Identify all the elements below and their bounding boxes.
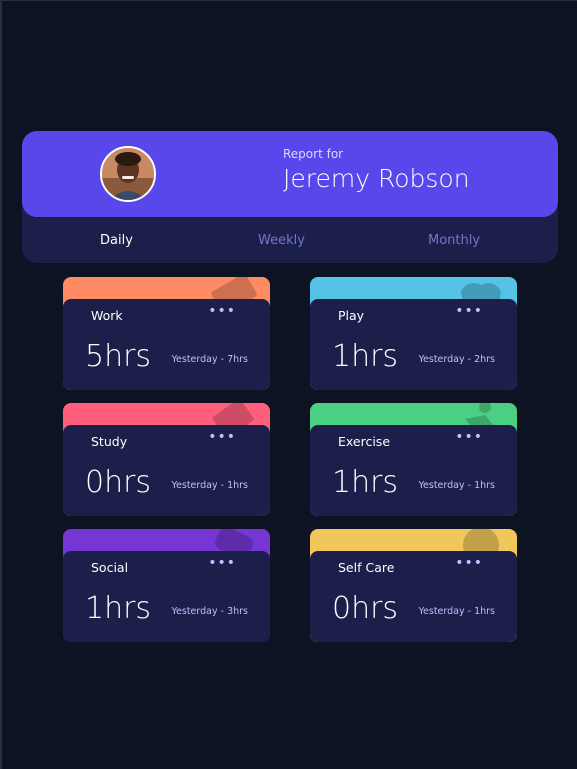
activity-hours: 1hrs	[85, 591, 152, 626]
activity-title: Exercise	[338, 434, 391, 449]
more-options-icon[interactable]: •••	[208, 304, 236, 318]
activity-card-social[interactable]: Social ••• 1hrs Yesterday - 3hrs	[63, 529, 270, 642]
activity-card-body: Play ••• 1hrs Yesterday - 2hrs	[310, 299, 517, 390]
activity-hours: 1hrs	[332, 465, 399, 500]
activity-card-body: Work ••• 5hrs Yesterday - 7hrs	[63, 299, 270, 390]
more-options-icon[interactable]: •••	[208, 556, 236, 570]
activity-card-body: Study ••• 0hrs Yesterday - 1hrs	[63, 425, 270, 516]
activity-card-body: Social ••• 1hrs Yesterday - 3hrs	[63, 551, 270, 642]
activity-title: Play	[338, 308, 365, 323]
avatar	[100, 146, 156, 202]
activity-previous: Yesterday - 3hrs	[171, 606, 248, 617]
more-options-icon[interactable]: •••	[455, 304, 483, 318]
tab-daily[interactable]: Daily	[100, 233, 133, 248]
more-options-icon[interactable]: •••	[455, 430, 483, 444]
activity-previous: Yesterday - 1hrs	[418, 480, 495, 491]
profile-card: Report for Jeremy Robson Daily Weekly Mo…	[22, 131, 558, 263]
avatar-image	[102, 148, 154, 200]
activity-previous: Yesterday - 1hrs	[171, 480, 248, 491]
activity-card-exercise[interactable]: Exercise ••• 1hrs Yesterday - 1hrs	[310, 403, 517, 516]
activity-title: Work	[91, 308, 123, 323]
activity-card-play[interactable]: Play ••• 1hrs Yesterday - 2hrs	[310, 277, 517, 390]
profile-header: Report for Jeremy Robson	[22, 131, 558, 217]
user-name: Jeremy Robson	[283, 164, 470, 193]
activity-card-work[interactable]: Work ••• 5hrs Yesterday - 7hrs	[63, 277, 270, 390]
activity-previous: Yesterday - 7hrs	[171, 354, 248, 365]
more-options-icon[interactable]: •••	[208, 430, 236, 444]
activity-previous: Yesterday - 1hrs	[418, 606, 495, 617]
activity-title: Study	[91, 434, 128, 449]
activity-card-study[interactable]: Study ••• 0hrs Yesterday - 1hrs	[63, 403, 270, 516]
tab-monthly[interactable]: Monthly	[428, 233, 480, 248]
more-options-icon[interactable]: •••	[455, 556, 483, 570]
report-label: Report for	[283, 147, 344, 161]
activity-title: Self Care	[338, 560, 395, 575]
activity-hours: 1hrs	[332, 339, 399, 374]
activity-card-body: Exercise ••• 1hrs Yesterday - 1hrs	[310, 425, 517, 516]
activity-hours: 5hrs	[85, 339, 152, 374]
period-tabs: Daily Weekly Monthly	[22, 217, 558, 263]
activity-hours: 0hrs	[332, 591, 399, 626]
activity-card-body: Self Care ••• 0hrs Yesterday - 1hrs	[310, 551, 517, 642]
tab-weekly[interactable]: Weekly	[258, 233, 305, 248]
activity-card-self-care[interactable]: Self Care ••• 0hrs Yesterday - 1hrs	[310, 529, 517, 642]
activity-previous: Yesterday - 2hrs	[418, 354, 495, 365]
activity-hours: 0hrs	[85, 465, 152, 500]
activity-title: Social	[91, 560, 129, 575]
